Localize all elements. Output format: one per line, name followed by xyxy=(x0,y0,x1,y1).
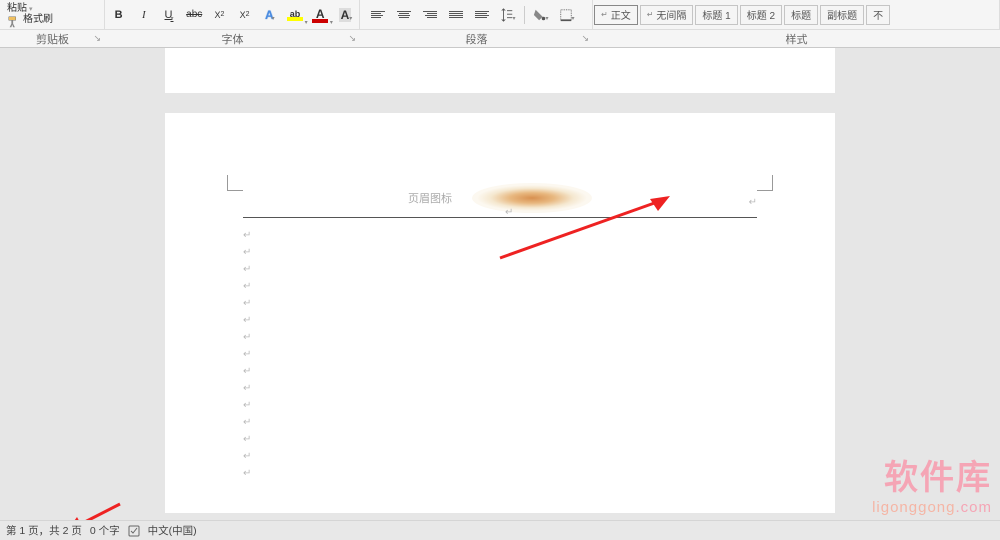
document-body[interactable]: ↵ ↵ ↵ ↵ ↵ ↵ ↵ ↵ ↵ ↵ ↵ ↵ ↵ ↵ ↵ xyxy=(243,230,757,485)
clipboard-launcher-icon[interactable]: ↘ xyxy=(93,33,101,44)
para-mark-icon: ↵ xyxy=(505,207,513,218)
header-image[interactable] xyxy=(472,183,592,213)
paragraph-group-label: 段落 xyxy=(466,31,488,47)
italic-button[interactable]: I xyxy=(134,5,153,25)
borders-button[interactable]: ▾ xyxy=(557,5,577,25)
align-center-button[interactable] xyxy=(394,5,414,25)
font-group-label: 字体 xyxy=(222,31,244,47)
para-mark-icon: ↵ xyxy=(749,197,757,208)
align-right-button[interactable] xyxy=(420,5,440,25)
paragraph-launcher-icon[interactable]: ↘ xyxy=(581,33,589,44)
section-font: B I U▾ abc X2 X2 A▾ ab▾ A▾ A▾ xyxy=(105,0,360,29)
previous-page-edge xyxy=(165,48,835,93)
line-spacing-button[interactable]: ▾ xyxy=(498,5,518,25)
align-justify-button[interactable] xyxy=(446,5,466,25)
proofing-icon xyxy=(128,525,140,537)
status-page[interactable]: 第 1 页，共 2 页 xyxy=(6,523,82,538)
highlight-button[interactable]: ab▾ xyxy=(285,5,304,25)
subscript-button[interactable]: X2 xyxy=(210,5,229,25)
strikethrough-button[interactable]: abc xyxy=(185,5,204,25)
document-page[interactable]: 页眉图标 ↵ ↵ ↵ ↵ ↵ ↵ ↵ ↵ ↵ ↵ ↵ ↵ ↵ ↵ ↵ ↵ ↵ xyxy=(165,113,835,513)
page-header[interactable]: 页眉图标 ↵ ↵ xyxy=(243,173,757,213)
styles-group-label: 样式 xyxy=(786,31,808,47)
style-subtitle[interactable]: 副标题 xyxy=(820,5,864,25)
section-styles: ↵正文 ↵无间隔 标题 1 标题 2 标题 副标题 不 xyxy=(593,0,1000,29)
bold-button[interactable]: B xyxy=(109,5,128,25)
format-painter-icon xyxy=(7,15,21,25)
font-color-button[interactable]: A▾ xyxy=(311,5,330,25)
font-launcher-icon[interactable]: ↘ xyxy=(348,33,356,44)
align-distribute-button[interactable] xyxy=(472,5,492,25)
text-effects-button[interactable]: A▾ xyxy=(260,5,279,25)
section-clipboard: 粘贴▾ 格式刷 xyxy=(0,0,105,29)
style-no-spacing[interactable]: ↵无间隔 xyxy=(640,5,694,25)
superscript-button[interactable]: X2 xyxy=(235,5,254,25)
style-normal[interactable]: ↵正文 xyxy=(594,5,638,25)
ribbon-group-labels: 剪贴板 ↘ 字体 ↘ 段落 ↘ 样式 xyxy=(0,30,1000,48)
status-bar: 第 1 页，共 2 页 0 个字 中文(中国) xyxy=(0,520,1000,540)
document-area[interactable]: 页眉图标 ↵ ↵ ↵ ↵ ↵ ↵ ↵ ↵ ↵ ↵ ↵ ↵ ↵ ↵ ↵ ↵ ↵ xyxy=(0,48,1000,520)
status-language[interactable]: 中文(中国) xyxy=(148,523,197,538)
char-shading-button[interactable]: A▾ xyxy=(336,5,355,25)
clipboard-group-label: 剪贴板 xyxy=(36,31,69,47)
header-underline xyxy=(243,217,757,218)
align-left-button[interactable] xyxy=(368,5,388,25)
margin-corner-tl xyxy=(227,175,243,191)
ribbon-toolbar: 粘贴▾ 格式刷 B I U▾ abc X2 X2 A▾ ab▾ A▾ A▾ ▾ … xyxy=(0,0,1000,30)
style-title[interactable]: 标题 xyxy=(784,5,818,25)
style-more[interactable]: 不 xyxy=(866,5,890,25)
header-label: 页眉图标 xyxy=(408,190,452,206)
style-heading-1[interactable]: 标题 1 xyxy=(695,5,737,25)
style-heading-2[interactable]: 标题 2 xyxy=(740,5,782,25)
margin-corner-tr xyxy=(757,175,773,191)
section-paragraph: ▾ ▾ ▾ xyxy=(360,0,593,29)
underline-button[interactable]: U▾ xyxy=(159,5,178,25)
status-word-count[interactable]: 0 个字 xyxy=(90,523,120,538)
paste-button[interactable]: 粘贴▾ 格式刷 xyxy=(4,4,56,25)
status-proofing[interactable] xyxy=(128,525,140,537)
shading-button[interactable]: ▾ xyxy=(531,5,551,25)
